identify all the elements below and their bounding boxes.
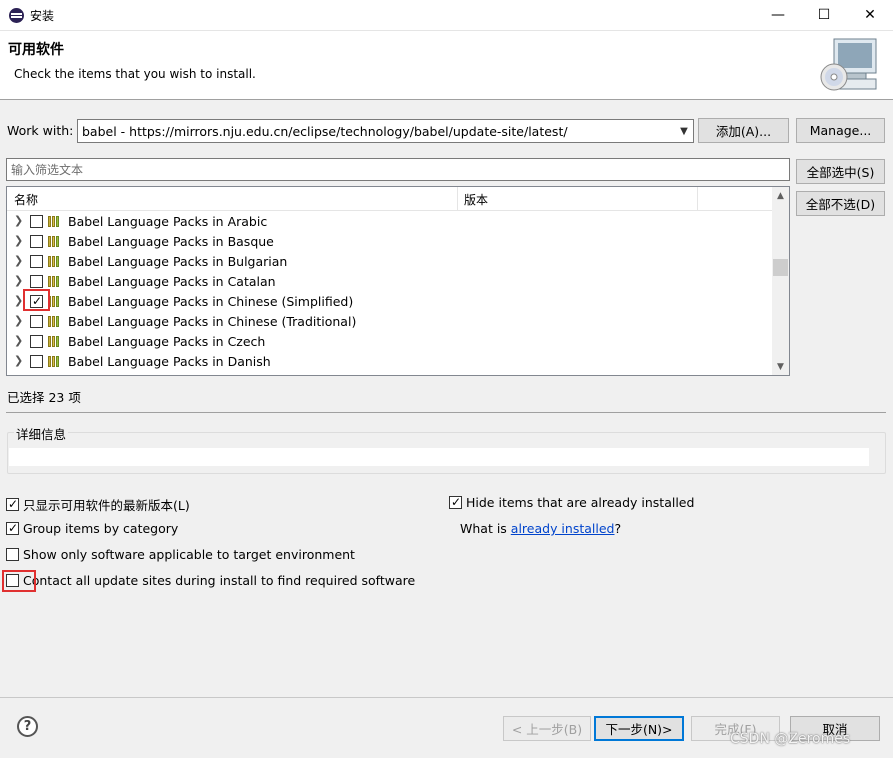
deselect-all-button[interactable]: 全部不选(D) xyxy=(796,191,885,216)
contact-sites-label: Contact all update sites during install … xyxy=(23,573,416,588)
next-button[interactable]: 下一步(N)> xyxy=(594,716,684,741)
what-is-suffix: ? xyxy=(614,521,622,536)
latest-only-checkbox[interactable] xyxy=(6,497,19,511)
column-divider[interactable] xyxy=(697,187,698,210)
column-divider[interactable] xyxy=(457,187,458,210)
latest-only-option[interactable]: 只显示可用软件的最新版本(L) xyxy=(6,495,190,514)
row-checkbox[interactable] xyxy=(30,235,43,248)
row-label: Babel Language Packs in Catalan xyxy=(68,274,276,289)
help-icon[interactable]: ? xyxy=(17,716,38,737)
page-title: 可用软件 xyxy=(8,42,64,58)
footer-divider xyxy=(0,697,893,698)
minimize-button[interactable]: — xyxy=(755,0,801,30)
add-site-button[interactable]: 添加(A)... xyxy=(698,118,789,143)
row-checkbox[interactable] xyxy=(30,275,43,288)
chevron-right-icon[interactable]: ❯ xyxy=(14,274,23,287)
tree-header: 名称 版本 xyxy=(7,187,773,211)
hide-installed-checkbox[interactable] xyxy=(449,495,462,509)
back-button[interactable]: < 上一步(B) xyxy=(503,716,591,741)
work-with-value: babel - https://mirrors.nju.edu.cn/eclip… xyxy=(82,124,568,139)
maximize-button[interactable]: ☐ xyxy=(801,0,847,30)
row-checkbox[interactable] xyxy=(30,335,43,348)
close-button[interactable]: ✕ xyxy=(847,0,893,30)
chevron-right-icon[interactable]: ❯ xyxy=(14,294,23,307)
work-with-combo[interactable]: babel - https://mirrors.nju.edu.cn/eclip… xyxy=(77,119,694,143)
chevron-right-icon[interactable]: ❯ xyxy=(14,214,23,227)
chevron-down-icon[interactable]: ▼ xyxy=(675,120,693,142)
selection-count: 已选择 23 项 xyxy=(7,390,81,405)
tree-row[interactable]: ❯ Babel Language Packs in Bulgarian xyxy=(7,251,773,271)
title-bar: 安装 — ☐ ✕ xyxy=(0,0,893,31)
row-label: Babel Language Packs in Chinese (Simplif… xyxy=(68,294,354,309)
row-label: Babel Language Packs in Basque xyxy=(68,234,274,249)
target-env-label: Show only software applicable to target … xyxy=(23,547,355,562)
category-icon xyxy=(48,256,63,267)
wizard-header: 可用软件 Check the items that you wish to in… xyxy=(0,31,893,100)
select-all-button[interactable]: 全部选中(S) xyxy=(796,159,885,184)
category-icon xyxy=(48,236,63,247)
category-icon xyxy=(48,216,63,227)
install-computer-icon xyxy=(820,38,877,91)
category-icon xyxy=(48,276,63,287)
row-checkbox[interactable] xyxy=(30,315,43,328)
work-with-label: Work with: xyxy=(7,123,74,138)
chevron-right-icon[interactable]: ❯ xyxy=(14,314,23,327)
row-checkbox[interactable] xyxy=(30,255,43,268)
eclipse-icon xyxy=(9,8,24,23)
row-label: Babel Language Packs in Czech xyxy=(68,334,266,349)
row-label: Babel Language Packs in Chinese (Traditi… xyxy=(68,314,357,329)
category-icon xyxy=(48,316,63,327)
filter-input-box[interactable] xyxy=(6,158,790,181)
already-installed-link[interactable]: already installed xyxy=(511,521,615,536)
watermark: CSDN @Zeromes xyxy=(730,731,851,747)
category-icon xyxy=(48,356,63,367)
chevron-right-icon[interactable]: ❯ xyxy=(14,234,23,247)
row-label: Babel Language Packs in Arabic xyxy=(68,214,268,229)
tree-scrollbar[interactable]: ▲ ▼ xyxy=(772,187,789,375)
target-env-option[interactable]: Show only software applicable to target … xyxy=(6,547,355,562)
page-description: Check the items that you wish to install… xyxy=(14,67,256,81)
group-by-category-checkbox[interactable] xyxy=(6,521,19,535)
chevron-right-icon[interactable]: ❯ xyxy=(14,334,23,347)
scroll-down-icon[interactable]: ▼ xyxy=(772,358,789,375)
highlight-box xyxy=(23,289,50,311)
tree-row[interactable]: ❯ Babel Language Packs in Catalan xyxy=(7,271,773,291)
group-by-category-option[interactable]: Group items by category xyxy=(6,521,178,536)
software-tree[interactable]: 名称 版本 ❯ Babel Language Packs in Arabic ❯… xyxy=(6,186,790,376)
row-label: Babel Language Packs in Bulgarian xyxy=(68,254,288,269)
category-icon xyxy=(48,296,63,307)
column-version-header[interactable]: 版本 xyxy=(464,191,488,208)
target-env-checkbox[interactable] xyxy=(6,548,19,561)
what-is-prefix: What is xyxy=(460,521,511,536)
what-is-installed-text: What is already installed ? xyxy=(460,521,621,536)
scroll-up-icon[interactable]: ▲ xyxy=(772,187,789,204)
row-label: Babel Language Packs in Danish xyxy=(68,354,271,369)
hide-installed-option[interactable]: Hide items that are already installed xyxy=(449,495,694,510)
window-title: 安装 xyxy=(30,9,55,23)
group-by-category-label: Group items by category xyxy=(23,521,179,536)
row-checkbox[interactable] xyxy=(30,355,43,368)
latest-only-label: 只显示可用软件的最新版本(L) xyxy=(23,498,190,513)
column-name-header[interactable]: 名称 xyxy=(14,191,38,208)
chevron-right-icon[interactable]: ❯ xyxy=(14,354,23,367)
highlight-box xyxy=(2,570,36,592)
tree-row[interactable]: ❯ Babel Language Packs in Czech xyxy=(7,331,773,351)
manage-sites-button[interactable]: Manage... xyxy=(796,118,885,143)
details-text-area xyxy=(9,448,869,466)
tree-row[interactable]: ❯ Babel Language Packs in Chinese (Tradi… xyxy=(7,311,773,331)
filter-input[interactable] xyxy=(7,159,789,180)
tree-row[interactable]: ❯ Babel Language Packs in Danish xyxy=(7,351,773,371)
tree-row[interactable]: ❯ Babel Language Packs in Chinese (Simpl… xyxy=(7,291,773,311)
chevron-right-icon[interactable]: ❯ xyxy=(14,254,23,267)
tree-row[interactable]: ❯ Babel Language Packs in Basque xyxy=(7,231,773,251)
row-checkbox[interactable] xyxy=(30,215,43,228)
divider xyxy=(6,412,886,413)
details-title: 详细信息 xyxy=(14,424,69,443)
contact-sites-option[interactable]: Contact all update sites during install … xyxy=(6,573,415,588)
category-icon xyxy=(48,336,63,347)
hide-installed-label: Hide items that are already installed xyxy=(466,495,695,510)
scrollbar-thumb[interactable] xyxy=(773,259,788,276)
tree-row[interactable]: ❯ Babel Language Packs in Arabic xyxy=(7,211,773,231)
